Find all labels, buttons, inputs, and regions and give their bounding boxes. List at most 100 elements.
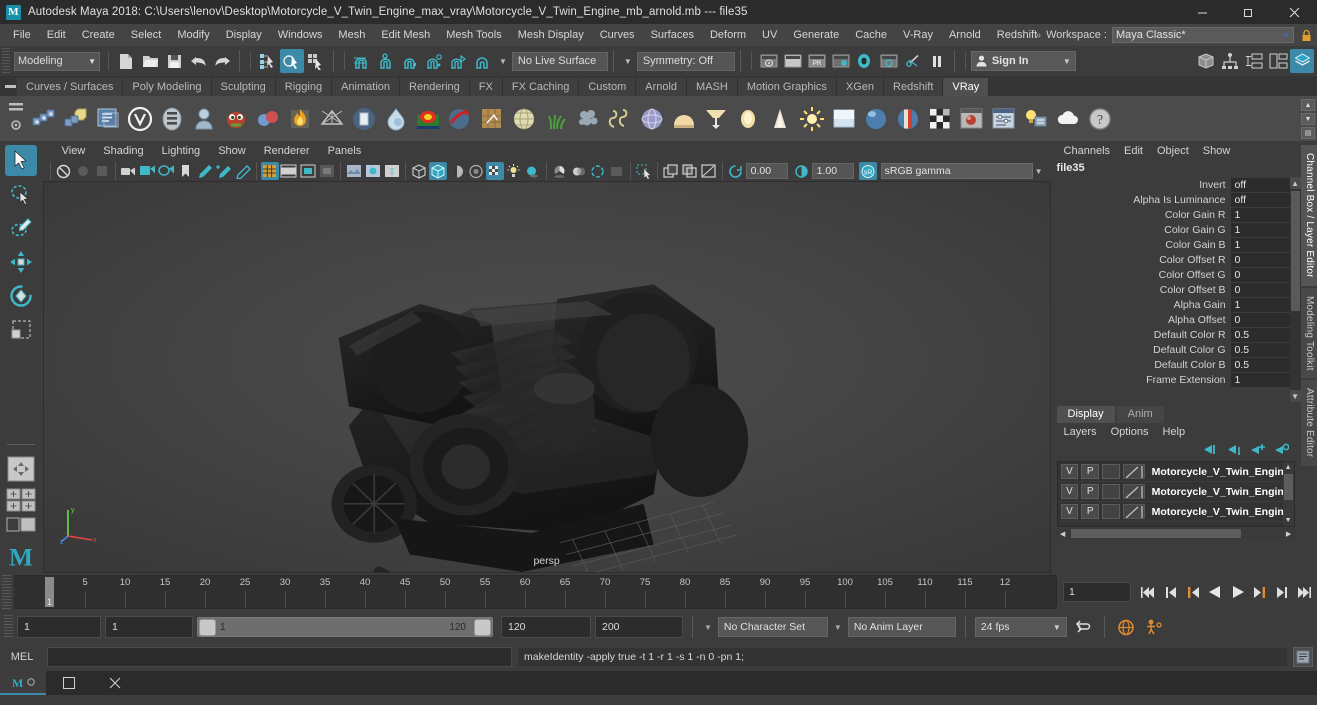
layer-menu-help[interactable]: Help: [1155, 426, 1192, 438]
workspace-dropdown[interactable]: Maya Classic* ▼: [1112, 27, 1294, 43]
shelf-tab-xgen[interactable]: XGen: [837, 78, 884, 96]
flat-shading-icon[interactable]: [448, 162, 466, 180]
shelf-vray-bump-icon[interactable]: [478, 104, 508, 134]
live-surface-field[interactable]: No Live Surface: [512, 52, 608, 71]
render-current-frame-icon[interactable]: [757, 49, 781, 73]
channel-row[interactable]: Frame Extension 1: [1051, 372, 1301, 387]
paint-select-tool[interactable]: [5, 213, 37, 244]
snap-view-plane-icon[interactable]: [446, 49, 470, 73]
menuset-dropdown[interactable]: Modeling ▼: [14, 52, 100, 71]
layer-name[interactable]: Motorcycle_V_Twin_Engine_: [1148, 506, 1294, 518]
layer-menu-layers[interactable]: Layers: [1057, 426, 1104, 438]
layer-color-swatch[interactable]: [1123, 504, 1145, 519]
menu-cache[interactable]: Cache: [847, 24, 895, 46]
playback-speed-dropdown[interactable]: 24 fps ▼: [975, 617, 1067, 637]
lock-camera-icon[interactable]: [74, 162, 92, 180]
layer-playback-toggle[interactable]: P: [1081, 464, 1099, 479]
channel-box-scrollbar[interactable]: ▲ ▼: [1290, 177, 1301, 402]
shelf-tab-rigging[interactable]: Rigging: [276, 78, 332, 96]
scroll-down-icon[interactable]: ▼: [1283, 515, 1294, 526]
xray-display-icon[interactable]: [364, 162, 382, 180]
channel-row[interactable]: Color Gain G 1: [1051, 222, 1301, 237]
exposure-field[interactable]: 0.00: [746, 163, 788, 179]
step-forward-frame-icon[interactable]: [1249, 581, 1269, 603]
shelf-tab-mash[interactable]: MASH: [687, 78, 738, 96]
gamma-reset-icon[interactable]: [793, 162, 811, 180]
shelf-vray-help-icon[interactable]: ?: [1086, 104, 1116, 134]
panel-copy-icon[interactable]: [662, 162, 680, 180]
layer-row[interactable]: V P Motorcycle_V_Twin_Engine_: [1058, 462, 1294, 482]
character-set-field[interactable]: No Character Set: [718, 617, 828, 637]
open-scene-icon[interactable]: [138, 49, 162, 73]
menu-arnold[interactable]: Arnold: [941, 24, 989, 46]
smooth-shading-icon[interactable]: [429, 162, 447, 180]
time-slider[interactable]: 1 51015202530354045505560657075808590951…: [14, 575, 1057, 609]
scroll-left-icon[interactable]: ◀: [1057, 528, 1069, 539]
channelbox-menu-object[interactable]: Object: [1150, 145, 1196, 157]
multisample-aa-icon[interactable]: [589, 162, 607, 180]
attribute-editor-icon[interactable]: [1290, 49, 1314, 73]
lasso-select-tool[interactable]: [5, 179, 37, 210]
shelf-vray-sphere-light-icon[interactable]: [638, 104, 668, 134]
layer-playback-toggle[interactable]: P: [1081, 484, 1099, 499]
select-hierarchy-icon[interactable]: [256, 49, 280, 73]
depth-of-field-icon[interactable]: [608, 162, 626, 180]
two-panes-stacked-icon[interactable]: [158, 162, 176, 180]
shelf-vray-mesh-light-icon[interactable]: [318, 104, 348, 134]
shelf-vray-dome-light-icon[interactable]: [510, 104, 540, 134]
layer-display-type-toggle[interactable]: [1102, 484, 1120, 499]
channel-row[interactable]: Default Color R 0.5: [1051, 327, 1301, 342]
character-animation-icon[interactable]: [1142, 619, 1166, 636]
shelf-vray-rect-light-icon[interactable]: [830, 104, 860, 134]
channelbox-menu-edit[interactable]: Edit: [1117, 145, 1150, 157]
shelf-options-icon[interactable]: [9, 102, 23, 115]
image-plane-icon[interactable]: [345, 162, 363, 180]
render-settings-icon[interactable]: [877, 49, 901, 73]
panel-tearoff-icon[interactable]: [681, 162, 699, 180]
tab-anim-layers[interactable]: Anim: [1117, 406, 1164, 423]
current-time-indicator[interactable]: 1: [45, 577, 54, 607]
shelf-vray-material-sphere-icon[interactable]: [862, 104, 892, 134]
viewport-menu-renderer[interactable]: Renderer: [255, 145, 319, 157]
channel-row[interactable]: Alpha Is Luminance off: [1051, 192, 1301, 207]
rotate-tool[interactable]: [5, 281, 37, 312]
screen-space-ao-icon[interactable]: [551, 162, 569, 180]
hypergraph-panel-icon[interactable]: [1218, 49, 1242, 73]
script-editor-icon[interactable]: [1293, 647, 1313, 667]
color-management-icon[interactable]: sR: [859, 162, 877, 180]
statusline-grip[interactable]: [2, 48, 10, 74]
bookmark-icon[interactable]: [177, 162, 195, 180]
menu-uv[interactable]: UV: [754, 24, 785, 46]
step-forward-key-icon[interactable]: [1271, 581, 1291, 603]
range-end-time-field[interactable]: 120: [501, 616, 591, 638]
restore-icon[interactable]: [1225, 0, 1271, 24]
outliner-panel-icon[interactable]: [1194, 49, 1218, 73]
shelf-tab-fx-caching[interactable]: FX Caching: [503, 78, 579, 96]
gamma-field[interactable]: 1.00: [812, 163, 854, 179]
menu-overflow-icon[interactable]: »: [1036, 30, 1042, 41]
play-backwards-icon[interactable]: [1205, 581, 1225, 603]
snap-projected-center-icon[interactable]: [422, 49, 446, 73]
step-back-key-icon[interactable]: [1161, 581, 1181, 603]
texture-display-icon[interactable]: T: [383, 162, 401, 180]
panel-zoom-icon[interactable]: [700, 162, 718, 180]
range-grip[interactable]: [4, 615, 13, 639]
viewport-menu-view[interactable]: View: [53, 145, 95, 157]
menu-generate[interactable]: Generate: [785, 24, 847, 46]
play-forwards-icon[interactable]: [1227, 581, 1247, 603]
layer-name[interactable]: Motorcycle_V_Twin_Engine_: [1148, 466, 1294, 478]
go-to-end-icon[interactable]: [1293, 581, 1313, 603]
menu-curves[interactable]: Curves: [592, 24, 643, 46]
shelf-vray-water-icon[interactable]: [382, 104, 412, 134]
tab-attribute-editor[interactable]: Attribute Editor: [1301, 380, 1317, 465]
exposure-reset-icon[interactable]: [727, 162, 745, 180]
channel-row[interactable]: Alpha Offset 0: [1051, 312, 1301, 327]
persp-layout-icon[interactable]: [5, 516, 37, 535]
move-tool[interactable]: [5, 247, 37, 278]
render-sequence-icon[interactable]: [853, 49, 877, 73]
chevron-down-icon[interactable]: ▼: [702, 623, 714, 632]
shelf-tab-arnold[interactable]: Arnold: [636, 78, 687, 96]
viewport-3d[interactable]: y x z persp: [43, 181, 1051, 573]
shelf-tab-custom[interactable]: Custom: [579, 78, 636, 96]
color-space-dropdown[interactable]: sRGB gamma: [881, 163, 1033, 179]
